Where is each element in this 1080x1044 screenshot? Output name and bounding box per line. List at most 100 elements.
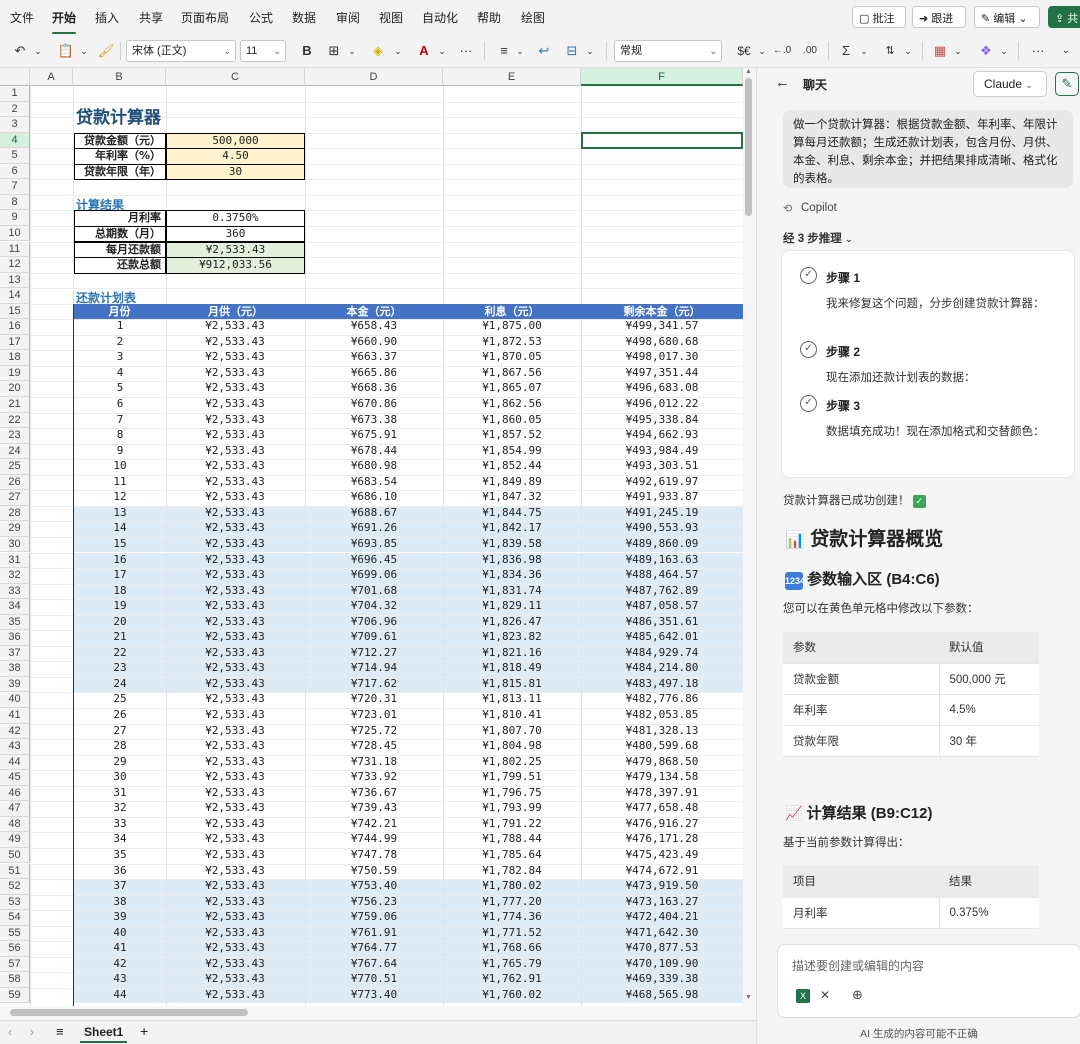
row-header[interactable]: 29 <box>0 521 30 537</box>
schedule-cell[interactable]: ¥1,823.82 <box>442 630 582 646</box>
schedule-cell[interactable]: ¥482,053.85 <box>592 708 732 724</box>
schedule-cell[interactable]: ¥725.72 <box>304 724 444 740</box>
schedule-cell[interactable]: ¥747.78 <box>304 848 444 864</box>
row-header[interactable]: 53 <box>0 894 30 911</box>
schedule-cell[interactable]: ¥660.90 <box>304 335 444 351</box>
schedule-cell[interactable]: ¥496,012.22 <box>592 397 732 413</box>
schedule-cell[interactable]: ¥731.18 <box>304 755 444 771</box>
row-header[interactable]: 10 <box>0 225 30 242</box>
row-header[interactable]: 11 <box>0 241 30 258</box>
schedule-cell[interactable]: ¥1,821.16 <box>442 646 582 662</box>
row-header[interactable]: 49 <box>0 832 30 848</box>
schedule-cell[interactable]: ¥1,829.11 <box>442 599 582 615</box>
globe-icon[interactable]: ⊕ <box>852 987 863 1003</box>
schedule-cell[interactable]: 36 <box>100 864 140 880</box>
schedule-cell[interactable]: ¥1,872.53 <box>442 335 582 351</box>
schedule-cell[interactable]: ¥475,423.49 <box>592 848 732 864</box>
schedule-cell[interactable]: ¥2,533.43 <box>165 972 305 988</box>
schedule-cell[interactable]: ¥2,533.43 <box>165 910 305 926</box>
schedule-cell[interactable]: ¥2,533.43 <box>165 521 305 537</box>
schedule-cell[interactable]: ¥1,771.52 <box>442 926 582 942</box>
schedule-cell[interactable]: ¥1,777.20 <box>442 895 582 911</box>
schedule-cell[interactable]: 40 <box>100 926 140 942</box>
schedule-cell[interactable]: ¥2,533.43 <box>165 350 305 366</box>
schedule-cell[interactable]: 29 <box>100 755 140 771</box>
compose-icon[interactable]: ✎ <box>1055 72 1079 96</box>
result-value[interactable]: 360 <box>166 225 305 243</box>
row-header[interactable]: 57 <box>0 956 30 973</box>
schedule-cell[interactable]: ¥488,464.57 <box>592 568 732 584</box>
row-header[interactable]: 12 <box>0 257 30 273</box>
row-header[interactable]: 5 <box>0 148 30 164</box>
schedule-cell[interactable]: ¥2,533.43 <box>165 708 305 724</box>
schedule-cell[interactable]: ¥483,497.18 <box>592 677 732 693</box>
column-header-D[interactable]: D <box>305 68 443 86</box>
increase-decimal-icon[interactable]: ←.0 <box>772 41 792 61</box>
schedule-cell[interactable]: ¥2,533.43 <box>165 879 305 895</box>
row-header[interactable]: 52 <box>0 879 30 895</box>
schedule-cell[interactable]: ¥1,813.11 <box>442 692 582 708</box>
menu-tab-8[interactable]: 视图 <box>379 9 403 26</box>
schedule-cell[interactable]: ¥2,533.43 <box>165 895 305 911</box>
currency-dropdown-icon[interactable]: ⌄ <box>756 41 768 61</box>
schedule-cell[interactable]: ¥658.43 <box>304 319 444 335</box>
borders-icon[interactable]: ⊞ <box>324 41 344 61</box>
schedule-cell[interactable]: ¥477,658.48 <box>592 801 732 817</box>
row-header[interactable]: 47 <box>0 801 30 817</box>
menu-tab-3[interactable]: 共享 <box>139 9 163 26</box>
schedule-cell[interactable]: 31 <box>100 786 140 802</box>
wrap-text-icon[interactable]: ↩ <box>534 41 554 61</box>
schedule-cell[interactable]: ¥2,533.43 <box>165 739 305 755</box>
paste-icon[interactable]: 📋 <box>56 41 76 61</box>
undo-icon[interactable]: ↶ <box>10 41 30 61</box>
row-header[interactable]: 14 <box>0 288 30 304</box>
schedule-cell[interactable]: ¥490,553.93 <box>592 521 732 537</box>
schedule-cell[interactable]: ¥480,599.68 <box>592 739 732 755</box>
schedule-cell[interactable]: ¥1,857.52 <box>442 428 582 444</box>
input-value[interactable]: 500,000 <box>166 132 305 150</box>
schedule-cell[interactable]: ¥675.91 <box>304 428 444 444</box>
editing-mode-button[interactable]: ✎ 编辑 ⌄ <box>974 6 1040 28</box>
scroll-up-icon[interactable]: ▲ <box>745 68 752 75</box>
schedule-cell[interactable]: ¥1,854.99 <box>442 444 582 460</box>
schedule-cell[interactable]: ¥1,842.17 <box>442 521 582 537</box>
schedule-cell[interactable]: 38 <box>100 895 140 911</box>
schedule-cell[interactable]: ¥2,533.43 <box>165 724 305 740</box>
add-sheet-button[interactable]: + <box>140 1023 148 1039</box>
row-header[interactable]: 4 <box>0 132 30 149</box>
horizontal-scroll-thumb[interactable] <box>10 1009 248 1016</box>
borders-dropdown-icon[interactable]: ⌄ <box>346 41 358 61</box>
schedule-cell[interactable]: 32 <box>100 801 140 817</box>
row-header[interactable]: 39 <box>0 676 30 693</box>
chat-input-box[interactable]: 描述要创建或编辑的内容 X ✕ ⊕ <box>777 944 1080 1018</box>
schedule-cell[interactable]: 30 <box>100 770 140 786</box>
row-header[interactable]: 45 <box>0 770 30 786</box>
schedule-cell[interactable]: 13 <box>100 506 140 522</box>
row-header[interactable]: 28 <box>0 505 30 522</box>
schedule-cell[interactable]: ¥497,351.44 <box>592 366 732 382</box>
schedule-cell[interactable]: 42 <box>100 957 140 973</box>
schedule-cell[interactable]: ¥2,533.43 <box>165 801 305 817</box>
schedule-cell[interactable]: 33 <box>100 817 140 833</box>
select-all-corner[interactable] <box>0 68 30 86</box>
schedule-cell[interactable]: ¥680.98 <box>304 459 444 475</box>
horizontal-scrollbar[interactable] <box>0 1006 756 1020</box>
share-button[interactable]: ⇪ 共 <box>1048 6 1080 28</box>
schedule-cell[interactable]: ¥1,862.56 <box>442 397 582 413</box>
sort-dropdown-icon[interactable]: ⌄ <box>902 41 914 61</box>
schedule-cell[interactable]: ¥1,799.51 <box>442 770 582 786</box>
schedule-cell[interactable]: 6 <box>100 397 140 413</box>
schedule-cell[interactable]: ¥2,533.43 <box>165 615 305 631</box>
schedule-cell[interactable]: 4 <box>100 366 140 382</box>
row-header[interactable]: 54 <box>0 910 30 926</box>
schedule-cell[interactable]: ¥471,642.30 <box>592 926 732 942</box>
schedule-cell[interactable]: ¥496,683.08 <box>592 381 732 397</box>
row-header[interactable]: 20 <box>0 381 30 397</box>
schedule-cell[interactable]: ¥1,760.02 <box>442 988 582 1004</box>
paste-dropdown-icon[interactable]: ⌄ <box>78 41 90 61</box>
schedule-cell[interactable]: ¥2,533.43 <box>165 413 305 429</box>
schedule-cell[interactable]: ¥478,397.91 <box>592 786 732 802</box>
align-dropdown-icon[interactable]: ⌄ <box>514 41 526 61</box>
schedule-cell[interactable]: 2 <box>100 335 140 351</box>
schedule-cell[interactable]: ¥476,916.27 <box>592 817 732 833</box>
